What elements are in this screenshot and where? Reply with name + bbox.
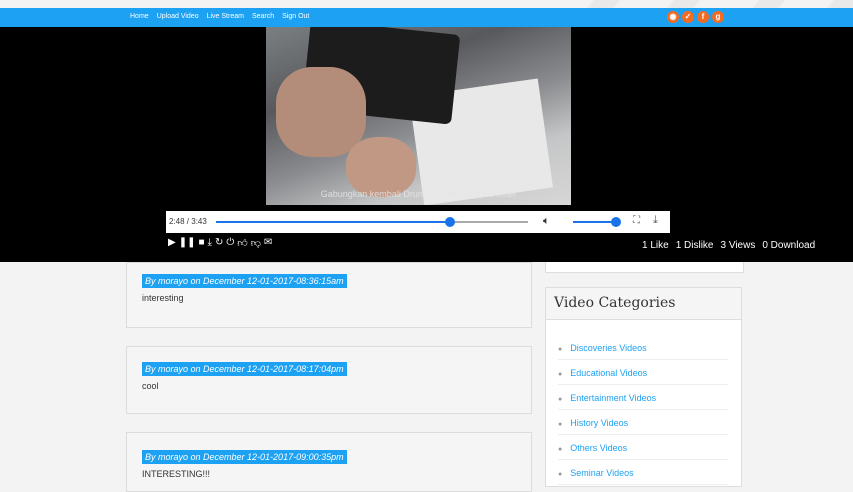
seek-progress (216, 221, 450, 223)
nav-links: Home Upload Video Live Stream Search Sig… (130, 13, 309, 20)
facebook-icon[interactable]: f (697, 11, 709, 23)
stop-icon[interactable]: ■ (198, 237, 204, 249)
twitter-icon[interactable]: ✓ (682, 11, 694, 23)
nav-link-sign-out[interactable]: Sign Out (282, 13, 309, 20)
comment-text: cool (142, 381, 159, 391)
action-buttons: ▶ ❚❚ ■ ⤓ ↻ ⏻ 👍︎ 👎︎ ✉ (168, 237, 272, 249)
nav-link-live-stream[interactable]: Live Stream (207, 13, 244, 20)
comment-header: By morayo on December 12-01-2017-08:36:1… (142, 274, 347, 288)
dislikes-count: 1 Dislike (675, 240, 714, 251)
categories-title: Video Categories (546, 288, 741, 320)
comment-card: By morayo on December 12-01-2017-09:00:3… (126, 432, 532, 492)
seek-handle[interactable] (445, 217, 455, 227)
volume-slider[interactable] (573, 217, 621, 227)
pause-icon[interactable]: ❚❚ (179, 237, 196, 249)
time-display: 2:48 / 3:43 (169, 217, 207, 226)
top-nav-bar: Home Upload Video Live Stream Search Sig… (0, 8, 853, 28)
power-icon[interactable]: ⏻ (226, 237, 234, 249)
dislike-icon[interactable]: 👎︎ (251, 237, 261, 249)
social-icons: ◉ ✓ f g (667, 11, 724, 23)
video-subtitle: Gabungkan kembali Drum Unit dan Tempat t… (320, 189, 517, 199)
volume-level (573, 221, 616, 223)
comment-text: INTERESTING!!! (142, 469, 211, 479)
nav-link-upload-video[interactable]: Upload Video (157, 13, 199, 20)
seek-bar[interactable] (216, 217, 528, 227)
download-icon[interactable]: ⤓ (208, 237, 212, 249)
google-plus-icon[interactable]: g (712, 11, 724, 23)
comment-header: By morayo on December 12-01-2017-09:00:3… (142, 450, 347, 464)
play-icon[interactable]: ▶ (168, 237, 176, 249)
comment-card: By morayo on December 12-01-2017-08:36:1… (126, 262, 532, 328)
hand-left (276, 67, 366, 157)
video-player: Gabungkan kembali Drum Unit dan Tempat t… (0, 27, 853, 262)
sidebar-box-bottom (545, 262, 744, 273)
category-link[interactable]: ● Discoveries Videos (558, 336, 728, 360)
comment-card: By morayo on December 12-01-2017-08:17:0… (126, 346, 532, 414)
hand-right (346, 137, 416, 197)
downloads-count: 0 Download (762, 240, 816, 251)
mail-icon[interactable]: ✉ (264, 237, 272, 249)
fullscreen-icon[interactable]: ⛶ (633, 215, 640, 226)
comment-header: By morayo on December 12-01-2017-08:17:0… (142, 362, 347, 376)
comment-text: interesting (142, 293, 184, 303)
category-link[interactable]: ● Educational Videos (558, 361, 728, 385)
category-link[interactable]: ● Seminar Videos (558, 461, 728, 485)
video-frame[interactable]: Gabungkan kembali Drum Unit dan Tempat t… (266, 27, 571, 205)
nav-link-home[interactable]: Home (130, 13, 149, 20)
category-link[interactable]: ● Others Videos (558, 436, 728, 460)
nav-link-search[interactable]: Search (252, 13, 274, 20)
rss-icon[interactable]: ◉ (667, 11, 679, 23)
like-icon[interactable]: 👍︎ (237, 237, 247, 249)
category-link[interactable]: ● Entertainment Videos (558, 386, 728, 410)
player-controls: 2:48 / 3:43 🔈︎ ⛶ ⤓ (166, 211, 670, 233)
category-link[interactable]: ● History Videos (558, 411, 728, 435)
views-count: 3 Views (720, 240, 756, 251)
likes-count: 1 Like (642, 240, 669, 251)
video-categories-panel: Video Categories ● Discoveries Videos ● Ed… (545, 287, 742, 487)
download-icon[interactable]: ⤓ (653, 214, 658, 227)
replay-icon[interactable]: ↻ (215, 237, 223, 249)
volume-handle[interactable] (610, 217, 621, 227)
video-stats: 1 Like 1 Dislike 3 Views 0 Download (642, 240, 815, 251)
volume-icon[interactable]: 🔈︎ (543, 215, 550, 228)
